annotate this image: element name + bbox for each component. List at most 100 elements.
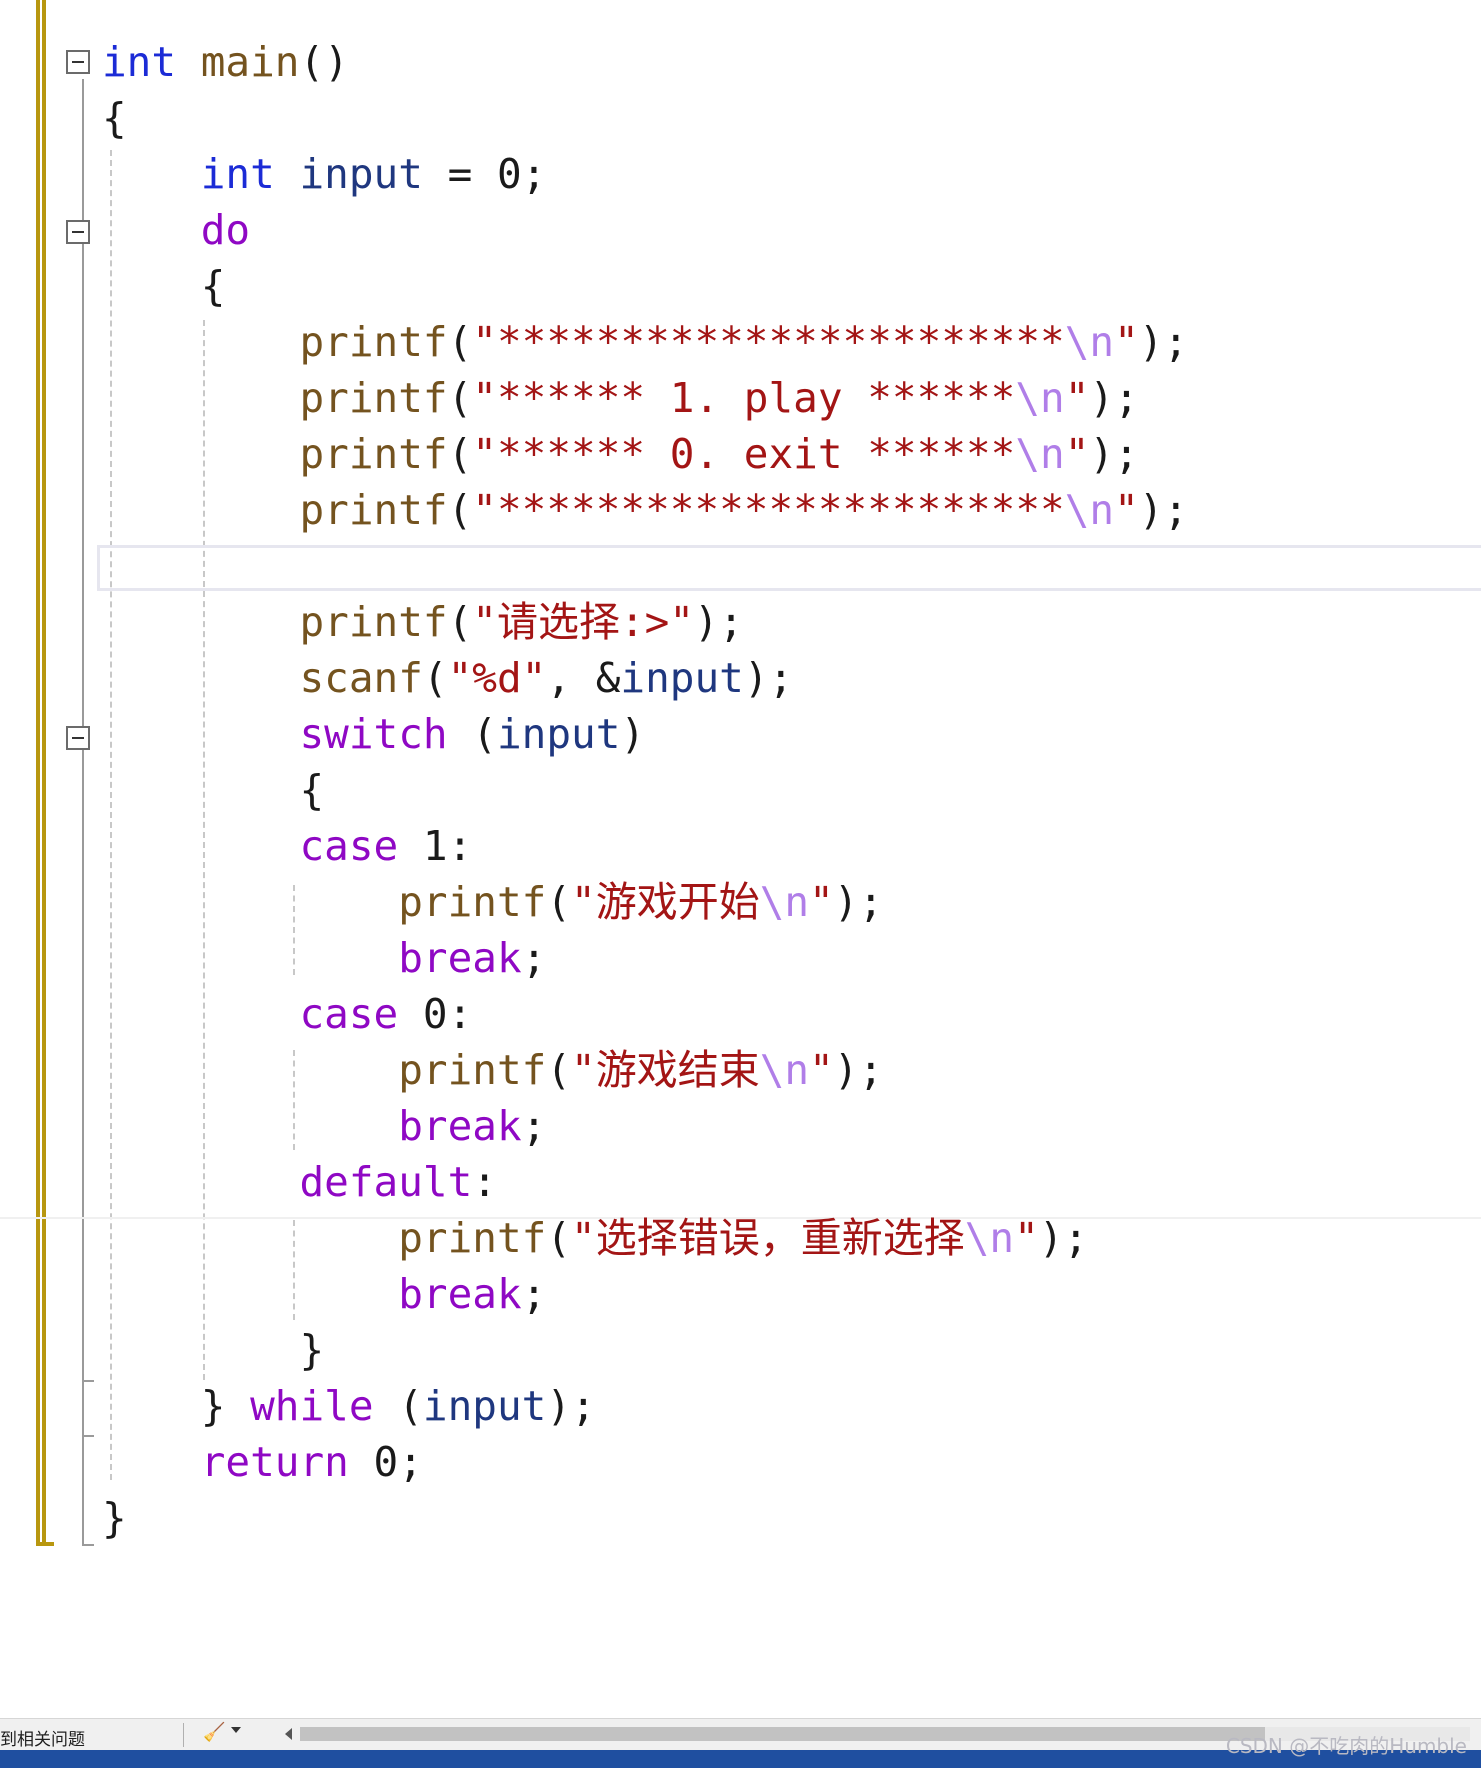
code-token: ); [833,1046,884,1094]
code-line[interactable]: case 0: [102,986,472,1042]
code-token: int [102,38,177,86]
code-token: ; [521,934,547,982]
code-line[interactable]: } [102,1322,324,1378]
code-line[interactable]: break; [102,1266,546,1322]
chevron-down-icon[interactable] [231,1727,241,1733]
code-token: } [102,1494,127,1542]
code-line[interactable]: break; [102,1098,546,1154]
code-token: scanf [299,654,423,702]
code-line[interactable]: } [102,1490,127,1546]
outline-tick-switch [82,1435,94,1437]
watermark: CSDN @不吃肉的Humble [1225,1734,1467,1758]
code-token: " [809,1046,834,1094]
code-token: { [102,766,325,814]
outline-line-main [82,79,84,1545]
code-token: " [809,878,834,926]
code-token: ( [447,318,473,366]
code-token: \n [759,1046,810,1094]
code-token: "****** 1. play ****** [472,374,1016,422]
code-token: break [398,1270,522,1318]
code-line[interactable]: break; [102,930,546,986]
code-line[interactable]: default: [102,1154,496,1210]
horizontal-scrollbar-thumb[interactable] [300,1727,1265,1741]
code-line[interactable]: scanf("%d", &input); [102,650,793,706]
change-tracking-bar-cap [36,1542,54,1546]
code-token: ); [743,654,794,702]
code-token: "请选择:>" [472,598,695,646]
fold-toggle-main[interactable] [66,50,90,74]
code-token: ); [546,1382,596,1430]
code-token: " [1064,430,1090,478]
current-line-highlight [97,545,1481,591]
code-line[interactable]: printf("***********************\n"); [102,482,1188,538]
code-token: printf [299,598,448,646]
code-editor[interactable]: int main(){ int input = 0; do { printf("… [0,0,1481,1718]
code-line[interactable]: int input = 0; [102,146,547,202]
code-token: ); [694,598,744,646]
code-line[interactable]: printf("****** 1. play ******\n"); [102,370,1138,426]
code-token: \n [1064,318,1115,366]
outline-tick-main [82,1544,94,1546]
code-cleanup-icon[interactable]: 🧹 [203,1722,225,1744]
code-line[interactable]: printf("请选择:>"); [102,594,743,650]
code-token: break [398,1102,522,1150]
code-token: "*********************** [472,486,1065,534]
code-line[interactable]: { [102,258,226,314]
outline-tick-do [82,1380,94,1382]
code-token: ; [521,1102,547,1150]
code-line[interactable]: printf("***********************\n"); [102,314,1188,370]
code-line[interactable]: } while (input); [102,1378,596,1434]
code-line[interactable]: printf("游戏结束\n"); [102,1042,883,1098]
code-token: printf [299,486,448,534]
code-line[interactable]: printf("游戏开始\n"); [102,874,883,930]
code-token: " [1114,318,1139,366]
scroll-left-icon[interactable] [285,1728,292,1740]
code-token: ( [447,430,473,478]
code-token: ( [447,710,497,758]
code-line[interactable]: switch (input) [102,706,645,762]
code-token: break [398,934,522,982]
code-line[interactable]: printf("选择错误，重新选择\n"); [102,1210,1088,1266]
code-token: \n [964,1214,1015,1262]
code-line[interactable]: return 0; [102,1434,423,1490]
code-token: "****** 0. exit ****** [472,430,1016,478]
issues-status-text[interactable]: 到相关问题 [0,1725,85,1750]
code-token: ); [1038,1214,1089,1262]
code-token: main [200,38,300,86]
code-line[interactable]: { [102,762,324,818]
code-line[interactable]: do [102,202,250,258]
code-token: return [200,1438,349,1486]
change-tracking-bar [36,0,46,1546]
code-token: ( [447,598,473,646]
code-token: ( [546,1214,572,1262]
fold-toggle-do[interactable] [66,220,90,244]
code-line[interactable]: printf("****** 0. exit ******\n"); [102,426,1138,482]
code-token: input [620,654,744,702]
code-token: case [299,822,399,870]
fold-toggle-switch[interactable] [66,726,90,750]
code-token: ( [447,486,473,534]
code-token: \n [1015,374,1065,422]
status-divider [183,1723,184,1747]
code-line[interactable]: { [102,90,127,146]
code-token: printf [299,318,448,366]
code-token: ( [422,654,448,702]
code-line[interactable]: int main() [102,34,349,90]
code-token: ); [1138,486,1189,534]
code-token: printf [398,1214,547,1262]
code-line[interactable]: case 1: [102,818,472,874]
code-token: input [496,710,621,758]
code-token: } [102,1382,251,1430]
code-token: "选择错误，重新选择 [571,1214,965,1262]
code-token: = 0; [422,150,547,198]
code-token: \n [759,878,810,926]
